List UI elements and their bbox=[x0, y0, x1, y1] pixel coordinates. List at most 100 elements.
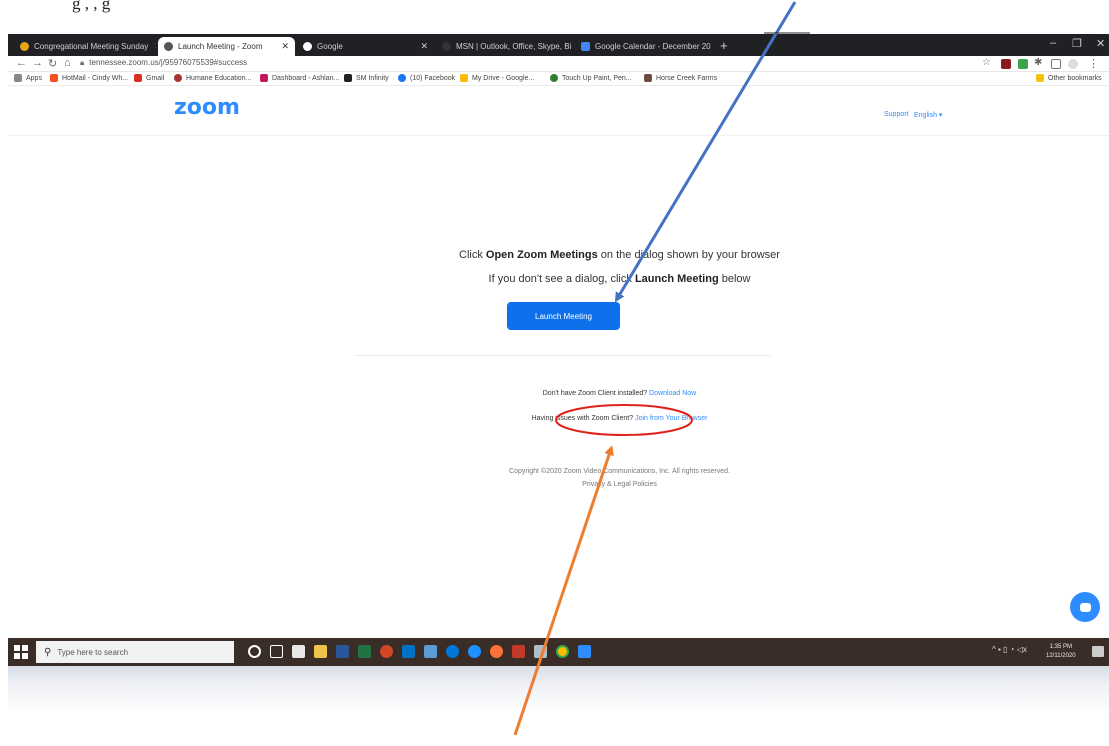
star-icon[interactable]: ☆ bbox=[982, 57, 991, 68]
maximize-icon[interactable]: ❐ bbox=[1072, 37, 1082, 50]
clock-date: 12/11/2020 bbox=[1046, 653, 1076, 659]
humane-education-icon bbox=[174, 74, 182, 82]
close-tab-icon[interactable]: ✕ bbox=[414, 41, 428, 52]
instruction-line-2: If you don't see a dialog, click Launch … bbox=[488, 273, 751, 285]
paint-brush-icon[interactable] bbox=[534, 645, 547, 658]
open-zoom-meetings-bold: Open Zoom Meetings bbox=[485, 249, 598, 261]
home-icon[interactable]: ⌂ bbox=[64, 57, 71, 69]
close-window-icon[interactable]: ✕ bbox=[1096, 37, 1105, 50]
task-view-icon[interactable] bbox=[270, 645, 283, 658]
close-tab-icon[interactable]: ✕ bbox=[275, 41, 289, 52]
reload-icon[interactable]: ↻ bbox=[48, 57, 57, 70]
issues-line: Having issues with Zoom Client? Join fro… bbox=[531, 415, 708, 422]
system-tray-icons[interactable]: ^ ▪ ▯ ◔ ◁x bbox=[992, 645, 1027, 654]
store-icon[interactable] bbox=[292, 645, 305, 658]
taskbar-search-box[interactable]: ⚲ Type here to search bbox=[36, 641, 234, 663]
privacy-legal-link[interactable]: Privacy & Legal Policies bbox=[8, 481, 1109, 488]
chat-icon bbox=[1079, 602, 1091, 612]
excel-icon[interactable] bbox=[358, 645, 371, 658]
bookmark-dashboard[interactable]: Dashboard - Ashlan... bbox=[260, 74, 339, 82]
document-text-strip: g , , g bbox=[0, 0, 1109, 34]
divider bbox=[355, 355, 771, 356]
puzzle-icon[interactable]: ✱ bbox=[1034, 57, 1042, 68]
download-line: Don't have Zoom Client installed? Downlo… bbox=[542, 390, 697, 397]
apps-grid-icon bbox=[14, 74, 22, 82]
language-dropdown[interactable]: English ▾ bbox=[914, 111, 942, 119]
clock[interactable]: 1:35 PM 12/11/2020 bbox=[1046, 643, 1076, 661]
bookmark-my-drive[interactable]: My Drive - Google... bbox=[460, 74, 534, 82]
tab-google[interactable]: Google ✕ bbox=[297, 37, 434, 56]
zoom-logo[interactable]: zoom bbox=[174, 95, 240, 120]
word-icon[interactable] bbox=[336, 645, 349, 658]
minimize-icon[interactable]: – bbox=[1050, 37, 1056, 49]
bookmark-horse-creek-farms[interactable]: Horse Creek Farms bbox=[644, 74, 717, 82]
bookmark-touch-up-paint[interactable]: Touch Up Paint, Pen... bbox=[550, 74, 632, 82]
new-tab-plus-icon[interactable]: + bbox=[720, 38, 728, 53]
tab-label: Launch Meeting - Zoom bbox=[178, 42, 263, 51]
tab-label: Google bbox=[317, 42, 343, 51]
internet-explorer-icon[interactable] bbox=[468, 645, 481, 658]
document-page: g , , g Congregational Meeting Sunday ✕ bbox=[0, 0, 1109, 746]
support-link[interactable]: Support bbox=[884, 111, 909, 118]
close-tab-icon[interactable]: ✕ bbox=[711, 41, 713, 52]
notifications-icon[interactable] bbox=[1092, 646, 1104, 657]
download-now-link[interactable]: Download Now bbox=[649, 390, 696, 397]
powerpoint-icon[interactable] bbox=[380, 645, 393, 658]
calculator-icon[interactable] bbox=[424, 645, 437, 658]
bookmark-gmail[interactable]: Gmail bbox=[134, 74, 164, 82]
sm-infinity-icon bbox=[344, 74, 352, 82]
zoom-app-icon[interactable] bbox=[578, 645, 591, 658]
address-bar-row: ← → ↻ ⌂ 🔒︎ tennessee.zoom.us/j/9597607553… bbox=[8, 56, 1109, 72]
profile-avatar-icon[interactable] bbox=[1068, 59, 1078, 69]
bookmark-hotmail[interactable]: HotMail - Cindy Wh... bbox=[50, 74, 128, 82]
tab-congregational-meeting[interactable]: Congregational Meeting Sunday ✕ bbox=[14, 37, 156, 56]
tab-label: MSN | Outlook, Office, Skype, Bi bbox=[456, 42, 572, 51]
bookmark-other-bookmarks[interactable]: Other bookmarks bbox=[1036, 74, 1102, 82]
barn-icon bbox=[644, 74, 652, 82]
windows-taskbar: ⚲ Type here to search ^ ▪ ▯ ◔ ◁x 1:35 PM… bbox=[8, 638, 1109, 666]
close-tab-icon[interactable]: ✕ bbox=[571, 41, 573, 52]
tab-msn[interactable]: MSN | Outlook, Office, Skype, Bi ✕ bbox=[436, 37, 573, 56]
url-text: tennessee.zoom.us/j/95976075539#success bbox=[89, 58, 248, 67]
checkbox-extension-icon[interactable] bbox=[1018, 59, 1028, 69]
launch-meeting-button[interactable]: Launch Meeting bbox=[507, 302, 620, 330]
windows-icon bbox=[50, 74, 58, 82]
tab-label: Google Calendar - December 20 bbox=[595, 42, 711, 51]
chat-bubble-button[interactable] bbox=[1070, 592, 1100, 622]
lock-icon: 🔒︎ bbox=[80, 58, 85, 67]
copyright-text: Copyright ©2020 Zoom Video Communication… bbox=[509, 468, 730, 475]
join-from-browser-link[interactable]: Join from Your Browser bbox=[635, 415, 707, 422]
search-placeholder: Type here to search bbox=[57, 647, 129, 657]
app-icon[interactable] bbox=[512, 645, 525, 658]
close-tab-icon[interactable]: ✕ bbox=[148, 41, 156, 52]
forward-arrow-icon[interactable]: → bbox=[32, 57, 43, 69]
bookmark-apps[interactable]: Apps bbox=[14, 74, 42, 82]
tab-bar: Congregational Meeting Sunday ✕ Launch M… bbox=[8, 34, 1109, 56]
meeting-favicon-icon bbox=[20, 42, 29, 51]
bookmark-humane-education[interactable]: Humane Education... bbox=[174, 74, 251, 82]
extension-icon[interactable] bbox=[1001, 59, 1011, 69]
instruction-line-1: Click Open Zoom Meetings on the dialog s… bbox=[459, 249, 780, 261]
firefox-icon[interactable] bbox=[490, 645, 503, 658]
windows-start-icon[interactable] bbox=[14, 645, 28, 659]
msn-favicon-icon bbox=[442, 42, 451, 51]
url-field[interactable]: 🔒︎ tennessee.zoom.us/j/95976075539#succes… bbox=[80, 58, 247, 68]
launch-meeting-bold: Launch Meeting bbox=[634, 273, 719, 285]
gmail-icon bbox=[134, 74, 142, 82]
clock-time: 1:35 PM bbox=[1049, 644, 1072, 650]
tab-google-calendar[interactable]: Google Calendar - December 20 ✕ bbox=[575, 37, 713, 56]
browser-screenshot: Congregational Meeting Sunday ✕ Launch M… bbox=[8, 34, 1109, 666]
bookmark-sm-infinity[interactable]: SM Infinity bbox=[344, 74, 389, 82]
cast-icon[interactable] bbox=[1051, 59, 1061, 69]
edge-icon[interactable] bbox=[446, 645, 459, 658]
mail-icon[interactable] bbox=[402, 645, 415, 658]
file-explorer-icon[interactable] bbox=[314, 645, 327, 658]
bookmark-facebook[interactable]: (10) Facebook bbox=[398, 74, 455, 82]
search-icon: ⚲ bbox=[44, 646, 52, 658]
cortana-icon[interactable] bbox=[248, 645, 261, 658]
chrome-icon[interactable] bbox=[556, 645, 569, 658]
tab-launch-meeting-zoom[interactable]: Launch Meeting - Zoom ✕ bbox=[158, 37, 295, 56]
paint-icon bbox=[550, 74, 558, 82]
menu-kebab-icon[interactable]: ⋮ bbox=[1088, 57, 1099, 70]
back-arrow-icon[interactable]: ← bbox=[16, 57, 27, 69]
